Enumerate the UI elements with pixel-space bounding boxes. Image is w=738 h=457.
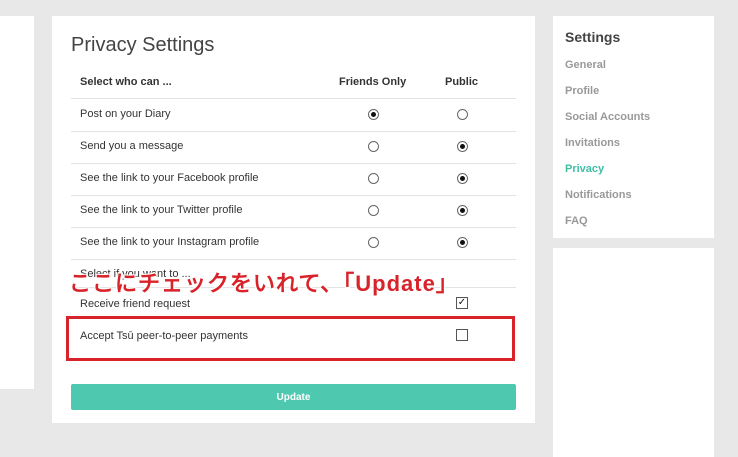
friends-only-header: Friends Only: [339, 76, 407, 88]
sidebar-item-general[interactable]: General: [565, 59, 606, 71]
receive-friend-request-label: Receive friend request: [80, 298, 191, 310]
highlight-box: [66, 316, 515, 361]
friends-only-radio[interactable]: [368, 141, 379, 152]
table-row: See the link to your Facebook profile: [71, 163, 516, 196]
public-radio[interactable]: [457, 141, 468, 152]
receive-friend-request-checkbox[interactable]: ✓: [456, 297, 468, 309]
sidebar-item-privacy[interactable]: Privacy: [565, 163, 604, 175]
public-radio[interactable]: [457, 173, 468, 184]
friends-only-radio[interactable]: [368, 237, 379, 248]
public-header: Public: [445, 76, 479, 88]
bottom-panel: [553, 248, 714, 457]
friends-only-radio[interactable]: [368, 109, 379, 120]
sidebar-item-profile[interactable]: Profile: [565, 85, 599, 97]
sidebar-item-notifications[interactable]: Notifications: [565, 189, 632, 201]
sidebar-item-invitations[interactable]: Invitations: [565, 137, 620, 149]
settings-title: Settings: [565, 29, 621, 45]
privacy-settings-panel: Privacy Settings Select who can ... Frie…: [52, 16, 535, 423]
row-label: Send you a message: [80, 140, 184, 152]
public-radio[interactable]: [457, 109, 468, 120]
sidebar-item-faq[interactable]: FAQ: [565, 215, 588, 227]
friends-only-radio[interactable]: [368, 173, 379, 184]
row-label: Post on your Diary: [80, 108, 171, 120]
annotation-text: ここにチェックをいれて、「Update」: [69, 271, 459, 296]
row-label: See the link to your Instagram profile: [80, 236, 260, 248]
left-panel: [0, 16, 34, 389]
friends-only-radio[interactable]: [368, 205, 379, 216]
sidebar-item-social-accounts[interactable]: Social Accounts: [565, 111, 650, 123]
table-row: See the link to your Instagram profile: [71, 227, 516, 260]
table-row: See the link to your Twitter profile: [71, 195, 516, 228]
public-radio[interactable]: [457, 205, 468, 216]
select-who-header: Select who can ...: [80, 76, 172, 88]
settings-sidebar: Settings General Profile Social Accounts…: [553, 16, 714, 238]
table-row: Post on your Diary: [71, 99, 516, 132]
row-label: See the link to your Facebook profile: [80, 172, 259, 184]
public-radio[interactable]: [457, 237, 468, 248]
table-row: Send you a message: [71, 131, 516, 164]
page-title: Privacy Settings: [71, 34, 215, 56]
row-label: See the link to your Twitter profile: [80, 204, 243, 216]
update-button[interactable]: Update: [71, 384, 516, 410]
